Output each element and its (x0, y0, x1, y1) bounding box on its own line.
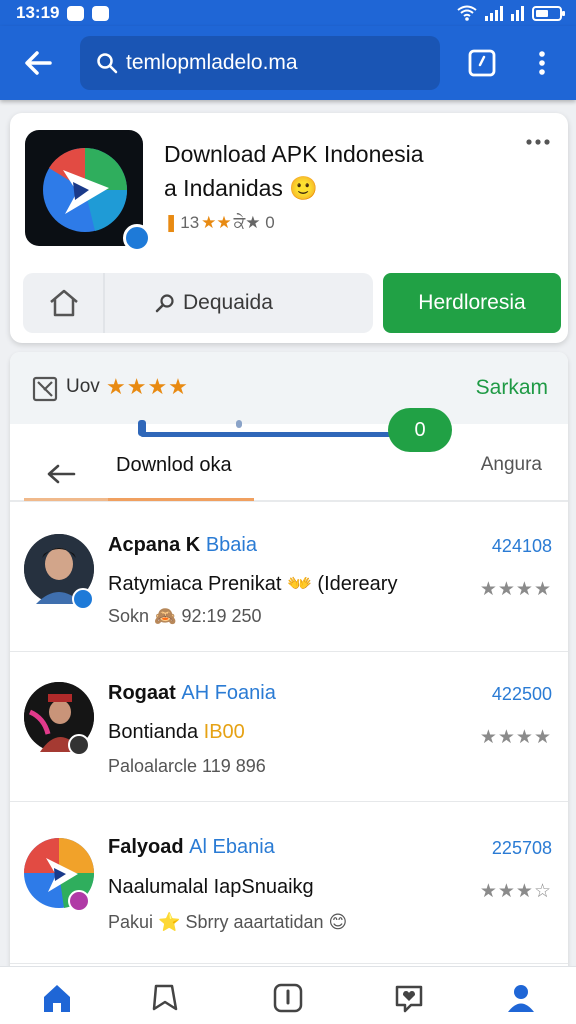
wifi-icon (457, 5, 477, 21)
heart-chat-icon[interactable] (392, 981, 426, 1015)
app-rating: ❚ 13 ★★ ਕੇ★ 0 (164, 213, 275, 233)
card-actions: Dequaida Herdloresia (23, 273, 561, 333)
profile-icon[interactable] (504, 981, 538, 1015)
item-subtitle-text: Bontianda (108, 721, 199, 743)
app-title-line1: Download APK Indonesia (164, 141, 424, 167)
primary-action-button[interactable]: Herdloresia (383, 273, 561, 333)
item-meta: Sokn 🙈 92:19 250 (108, 606, 262, 626)
slider-track[interactable] (140, 432, 400, 437)
tab-download[interactable]: Downlod oka (116, 454, 232, 477)
item-name: Rogaat (108, 682, 176, 704)
item-stars: ★★★☆ (479, 881, 552, 902)
item-subtitle-highlight: 👐 (Idereary (286, 573, 398, 595)
primary-action-label: Herdloresia (418, 291, 526, 314)
item-title: Rogaat AH Foania (108, 682, 276, 705)
tabs-row: Downlod oka Angura (10, 450, 568, 502)
item-title: Falyoad Al Ebania (108, 836, 275, 859)
home-action[interactable]: Dequaida (23, 273, 373, 333)
status-time: 13:19 (16, 3, 60, 22)
badge-icon (68, 734, 90, 756)
item-subtitle-text: Naalumalal IapSnuaikg (108, 876, 314, 898)
app-title-line2: a Indanidas (164, 175, 283, 201)
signal-icon (485, 5, 503, 21)
browser-app-bar: temlopmladelo.ma (0, 26, 576, 100)
item-stars: ★★★★ (479, 727, 552, 748)
tab-indicator (108, 498, 254, 501)
signal-icon-2 (511, 5, 524, 21)
rating-prefix: 13 (180, 213, 200, 232)
more-vert-icon[interactable] (528, 46, 556, 80)
battery-icon (532, 5, 565, 21)
status-bar: 13:19 (0, 0, 576, 26)
item-subtitle: Ratymiaca Prenikat 👐 (Idereary (108, 571, 397, 596)
banner-action-link[interactable]: Sarkam (476, 376, 548, 400)
home-outline-icon (50, 289, 78, 317)
item-number: 225708 (491, 838, 552, 858)
item-number: 424108 (491, 536, 552, 556)
notification-icon (67, 5, 85, 21)
rating-stars: ★★ (201, 213, 232, 232)
url-bar[interactable]: temlopmladelo.ma (80, 36, 440, 90)
item-tag: Bbaia (205, 534, 257, 556)
rating-banner: Uov ★★★★ Sarkam (10, 352, 568, 424)
image-off-icon[interactable] (32, 376, 58, 402)
slider-value: 0 (414, 418, 426, 441)
search-action[interactable]: Dequaida (155, 273, 273, 333)
item-title: Acpana K Bbaia (108, 534, 257, 557)
item-name: Falyoad (108, 836, 184, 858)
flame-icon: ❚ (164, 213, 179, 232)
slider-knob[interactable]: 0 (388, 408, 452, 452)
item-number: 422500 (491, 684, 552, 704)
list-item[interactable]: Acpana K Bbaia Ratymiaca Prenikat 👐 (Ide… (10, 502, 568, 652)
list-item[interactable]: Falyoad Al Ebania Naalumalal IapSnuaikg … (10, 802, 568, 964)
tabs-icon[interactable] (466, 47, 498, 79)
bookmark-icon[interactable] (148, 981, 182, 1015)
url-text: temlopmladelo.ma (126, 51, 298, 74)
search-action-label: Dequaida (183, 291, 273, 314)
list-item[interactable]: Rogaat AH Foania Bontianda IB00 Paloalar… (10, 652, 568, 802)
app-title: Download APK Indonesia a Indanidas 🙂 (164, 137, 504, 205)
tab-back-arrow-icon[interactable] (44, 458, 78, 490)
search-small-icon (155, 294, 174, 313)
slider-tick (236, 420, 242, 428)
banner-stars: ★★★★ (106, 374, 189, 399)
item-subtitle: Bontianda IB00 (108, 721, 245, 744)
item-name: Acpana K (108, 534, 201, 556)
app-logo[interactable] (25, 130, 151, 252)
notification-icon-2 (92, 5, 110, 21)
banner-label: Uov (66, 376, 100, 397)
item-meta: Paloalarcle 119 896 (108, 756, 266, 776)
app-card: Download APK Indonesia a Indanidas 🙂 ❚ 1… (10, 113, 568, 343)
item-subtitle: Naalumalal IapSnuaikg (108, 876, 314, 899)
item-subtitle-highlight: IB00 (203, 721, 245, 743)
item-tag: Al Ebania (189, 836, 275, 858)
search-icon (97, 53, 118, 74)
bottom-navigation (0, 966, 576, 1024)
item-meta: Pakui ⭐ Sbrry aaartatidan 😊 (108, 912, 348, 932)
info-icon[interactable] (271, 981, 305, 1015)
tab-angura[interactable]: Angura (481, 454, 542, 476)
back-arrow-icon[interactable] (20, 46, 56, 80)
rating-suffix: ਕੇ★ 0 (233, 213, 275, 232)
smile-emoji-icon: 🙂 (289, 175, 318, 201)
verified-badge-icon (123, 224, 151, 252)
content-panel: Uov ★★★★ Sarkam 0 Downlod oka Angura Acp… (10, 352, 568, 972)
badge-icon (68, 890, 90, 912)
item-tag: AH Foania (181, 682, 276, 704)
home-icon[interactable] (40, 981, 74, 1015)
more-horiz-icon[interactable] (524, 133, 552, 151)
divider (103, 273, 105, 333)
item-stars: ★★★★ (479, 579, 552, 600)
verified-badge-icon (72, 588, 94, 610)
item-subtitle-text: Ratymiaca Prenikat (108, 573, 282, 595)
